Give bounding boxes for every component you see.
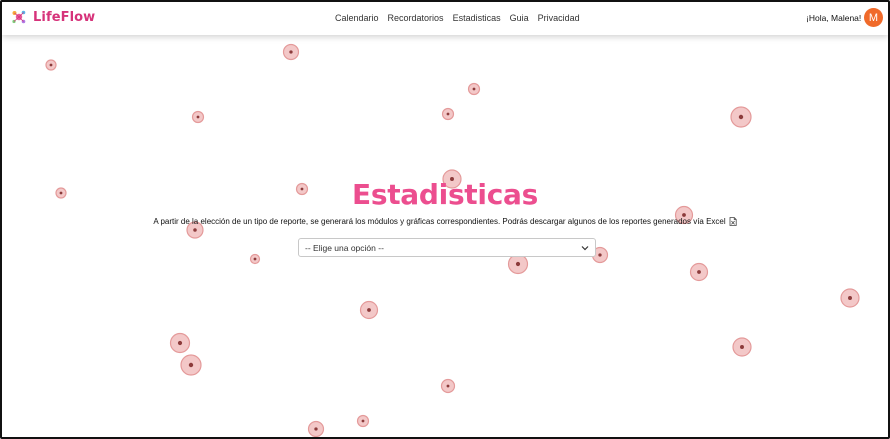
nav-privacidad[interactable]: Privacidad <box>538 13 580 23</box>
bubble-decoration <box>440 378 456 394</box>
bubble-decoration <box>169 332 191 354</box>
page-subtitle: A partir de la elección de un tipo de re… <box>2 217 888 226</box>
brand-link[interactable]: LifeFlow <box>10 8 95 26</box>
bubble-decoration <box>730 106 752 128</box>
bubble-decoration <box>191 110 205 124</box>
chevron-down-icon <box>581 246 589 251</box>
excel-file-icon <box>729 217 737 226</box>
bubble-decoration <box>45 59 57 71</box>
main-nav: Calendario Recordatorios Estadisticas Gu… <box>335 13 580 23</box>
brand-name: LifeFlow <box>33 9 96 25</box>
bubble-decoration <box>356 414 370 428</box>
bubble-decoration <box>689 262 709 282</box>
app-window: LifeFlow Calendario Recordatorios Estadi… <box>0 0 890 439</box>
user-greeting: ¡Hola, Malena! <box>806 13 862 23</box>
page-title: Estadisticas <box>352 178 538 211</box>
bubble-decoration <box>282 43 300 61</box>
nav-calendario[interactable]: Calendario <box>335 13 379 23</box>
bubble-decoration <box>732 337 752 357</box>
nav-estadisticas[interactable]: Estadisticas <box>453 13 501 23</box>
bubble-decoration <box>441 107 455 121</box>
bubble-decoration <box>307 420 325 437</box>
bubble-decoration <box>359 300 379 320</box>
bubble-decoration <box>507 253 529 275</box>
nav-guia[interactable]: Guia <box>510 13 529 23</box>
bubble-decoration <box>180 354 202 376</box>
user-avatar[interactable]: M <box>864 8 883 27</box>
select-value: -- Elige una opción -- <box>305 243 384 253</box>
report-type-select[interactable]: -- Elige una opción -- <box>298 238 596 257</box>
bubble-decoration <box>467 82 481 96</box>
nav-recordatorios[interactable]: Recordatorios <box>388 13 444 23</box>
subtitle-text: A partir de la elección de un tipo de re… <box>153 217 726 226</box>
bubble-decoration <box>840 288 860 308</box>
top-navbar: LifeFlow Calendario Recordatorios Estadi… <box>2 2 888 35</box>
lifeflow-logo-icon <box>12 10 26 24</box>
bubble-decoration <box>249 253 261 265</box>
stats-content: Estadisticas A partir de la elección de … <box>2 178 888 226</box>
